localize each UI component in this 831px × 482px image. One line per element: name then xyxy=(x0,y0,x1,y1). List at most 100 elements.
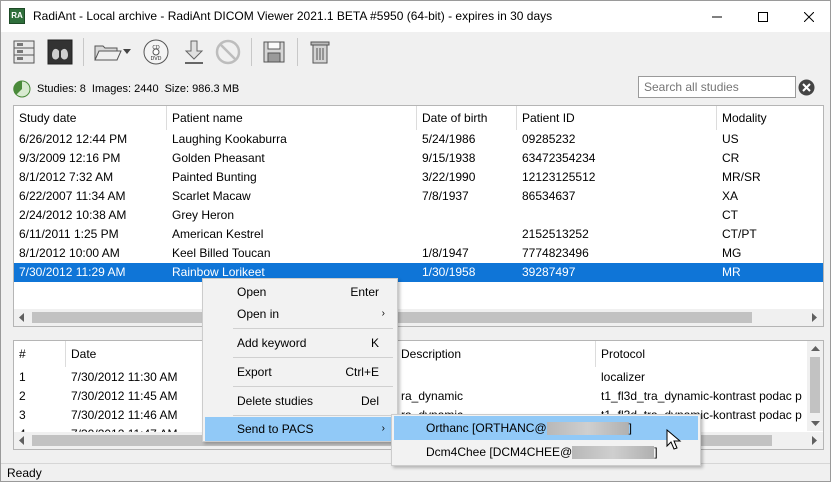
viewer-button[interactable] xyxy=(43,37,77,67)
submenu-arrow-icon: › xyxy=(381,308,385,319)
save-button[interactable] xyxy=(257,37,291,67)
column-header-date-of-birth[interactable]: Date of birth xyxy=(417,106,517,130)
series-row[interactable]: 2 7/30/2012 11:45 AM ra_dynamic t1_fl3d_tra… xyxy=(14,387,806,406)
cell-patient-name: Scarlet Macaw xyxy=(172,189,251,203)
column-header-study-date[interactable]: Study date xyxy=(14,106,167,130)
cell-date-of-birth: 9/15/1938 xyxy=(422,151,476,165)
cell-patient-id: 63472354234 xyxy=(522,151,596,165)
redacted-host xyxy=(572,446,655,460)
menu-item-label: Delete studies xyxy=(237,394,314,408)
menu-item-shortcut: Ctrl+E xyxy=(345,365,379,379)
redacted-host xyxy=(546,422,629,436)
menu-item-delete-studies[interactable]: Delete studies Del xyxy=(205,389,395,413)
studies-table: Study date Patient name Date of birth Pa… xyxy=(13,105,824,327)
download-button[interactable] xyxy=(177,37,211,67)
column-header-patient-name[interactable]: Patient name xyxy=(167,106,417,130)
pacs-item-orthanc[interactable]: Orthanc [ORTHANC@] xyxy=(394,416,698,440)
horizontal-scrollbar[interactable] xyxy=(14,309,823,326)
table-row[interactable]: 8/1/2012 7:32 AM Painted Bunting 3/22/1990… xyxy=(14,168,823,187)
table-row[interactable]: 7/30/2012 11:29 AM Rainbow Lorikeet 1/30/1… xyxy=(14,263,823,282)
column-header-modality[interactable]: Modality xyxy=(717,106,823,130)
lungs-icon xyxy=(47,39,73,65)
cell-modality: CR xyxy=(722,151,740,165)
menu-item-open[interactable]: Open Enter xyxy=(205,280,395,304)
menu-separator xyxy=(233,386,393,387)
table-row[interactable]: 6/26/2012 12:44 PM Laughing Kookaburra 5/2… xyxy=(14,130,823,149)
column-header-patient-id[interactable]: Patient ID xyxy=(517,106,717,130)
menu-separator xyxy=(233,328,393,329)
pacs-submenu: Orthanc [ORTHANC@] Dcm4Chee [DCM4CHEE@] xyxy=(391,414,701,466)
cell-date-of-birth: 3/22/1990 xyxy=(422,170,476,184)
table-row[interactable]: 9/3/2009 12:16 PM Golden Pheasant 9/15/193… xyxy=(14,149,823,168)
cell-date-of-birth: 1/8/1947 xyxy=(422,246,469,260)
cell-description xyxy=(396,368,596,387)
cell-date-of-birth xyxy=(417,206,517,225)
cell-date-of-birth: 5/24/1986 xyxy=(422,132,476,146)
cell-study-date: 9/3/2009 12:16 PM xyxy=(19,151,121,165)
table-row[interactable]: 8/1/2012 10:00 AM Keel Billed Toucan 1/8/1… xyxy=(14,244,823,263)
cell-study-date: 6/11/2011 1:25 PM xyxy=(19,227,119,241)
mouse-cursor-icon xyxy=(666,429,682,450)
title-bar[interactable]: RA RadiAnt - Local archive - RadiAnt DIC… xyxy=(1,1,830,32)
scroll-left-icon[interactable] xyxy=(18,313,26,322)
column-header-description[interactable]: Description xyxy=(396,341,596,367)
vertical-scrollbar[interactable] xyxy=(807,341,823,431)
cell-modality: XA xyxy=(722,189,739,203)
cell-protocol: localizer xyxy=(601,370,646,384)
folder-open-icon xyxy=(94,45,122,61)
toolbar: CD DVD xyxy=(1,32,830,72)
scroll-right-icon[interactable] xyxy=(810,436,818,445)
study-list-button[interactable] xyxy=(7,37,41,67)
menu-item-export[interactable]: Export Ctrl+E xyxy=(205,360,395,384)
cell-patient-id: 12123125512 xyxy=(522,170,596,184)
series-row[interactable]: 1 7/30/2012 11:30 AM localizer xyxy=(14,368,806,387)
cell-patient-name: Keel Billed Toucan xyxy=(172,246,271,260)
pacs-item-dcm4chee[interactable]: Dcm4Chee [DCM4CHEE@] xyxy=(394,440,698,464)
scroll-right-icon[interactable] xyxy=(810,313,818,322)
minimize-button[interactable] xyxy=(694,1,740,32)
chevron-down-icon xyxy=(123,49,131,54)
delete-button[interactable] xyxy=(303,37,337,67)
cell-modality: MR/SR xyxy=(722,170,761,184)
app-icon: RA xyxy=(9,8,25,24)
menu-item-label: Export xyxy=(237,365,272,379)
pacs-item-label: Orthanc [ORTHANC@] xyxy=(426,421,632,436)
maximize-button[interactable] xyxy=(740,1,786,32)
scroll-left-icon[interactable] xyxy=(18,436,26,445)
cell-patient-name: Golden Pheasant xyxy=(172,151,265,165)
close-button[interactable] xyxy=(786,1,830,32)
table-row[interactable]: 6/11/2011 1:25 PM American Kestrel 2152513… xyxy=(14,225,823,244)
menu-item-send-to-pacs[interactable]: Send to PACS › xyxy=(205,417,395,441)
menu-item-open-in[interactable]: Open in › xyxy=(205,302,395,326)
main-window: RA RadiAnt - Local archive - RadiAnt DIC… xyxy=(0,0,831,482)
cell-modality: CT xyxy=(722,208,738,222)
cancel-button[interactable] xyxy=(211,37,245,67)
cell-study-date: 6/22/2007 11:34 AM xyxy=(19,189,126,203)
cell-patient-id xyxy=(517,206,717,225)
table-row[interactable]: 6/22/2007 11:34 AM Scarlet Macaw 7/8/1937 8… xyxy=(14,187,823,206)
cell-patient-name: Laughing Kookaburra xyxy=(172,132,287,146)
vertical-scrollbar-thumb[interactable] xyxy=(810,357,820,413)
trash-icon xyxy=(310,41,330,64)
cell-modality: CT/PT xyxy=(722,227,757,241)
column-header-number[interactable]: # xyxy=(14,341,66,367)
close-circle-icon xyxy=(798,79,815,96)
images-count: Images: 2440 xyxy=(91,83,159,95)
open-folder-button[interactable] xyxy=(89,37,135,67)
scroll-down-icon[interactable] xyxy=(811,419,820,427)
svg-text:CD: CD xyxy=(152,45,159,51)
table-row[interactable]: 2/24/2012 10:38 AM Grey Heron CT xyxy=(14,206,823,225)
cell-date-of-birth: 1/30/1958 xyxy=(422,265,476,279)
menu-item-add-keyword[interactable]: Add keyword K xyxy=(205,331,395,355)
menu-item-label: Open in xyxy=(237,307,280,321)
column-header-protocol[interactable]: Protocol xyxy=(596,341,806,367)
pie-chart-icon xyxy=(13,80,31,98)
cell-number: 1 xyxy=(19,370,26,384)
menu-item-shortcut: K xyxy=(370,336,379,350)
svg-text:DVD: DVD xyxy=(150,56,161,62)
scroll-up-icon[interactable] xyxy=(811,345,820,353)
clear-search-button[interactable] xyxy=(798,79,815,96)
cd-dvd-icon: CD DVD xyxy=(143,39,169,65)
open-cd-button[interactable]: CD DVD xyxy=(139,37,173,67)
search-input[interactable] xyxy=(638,76,796,98)
